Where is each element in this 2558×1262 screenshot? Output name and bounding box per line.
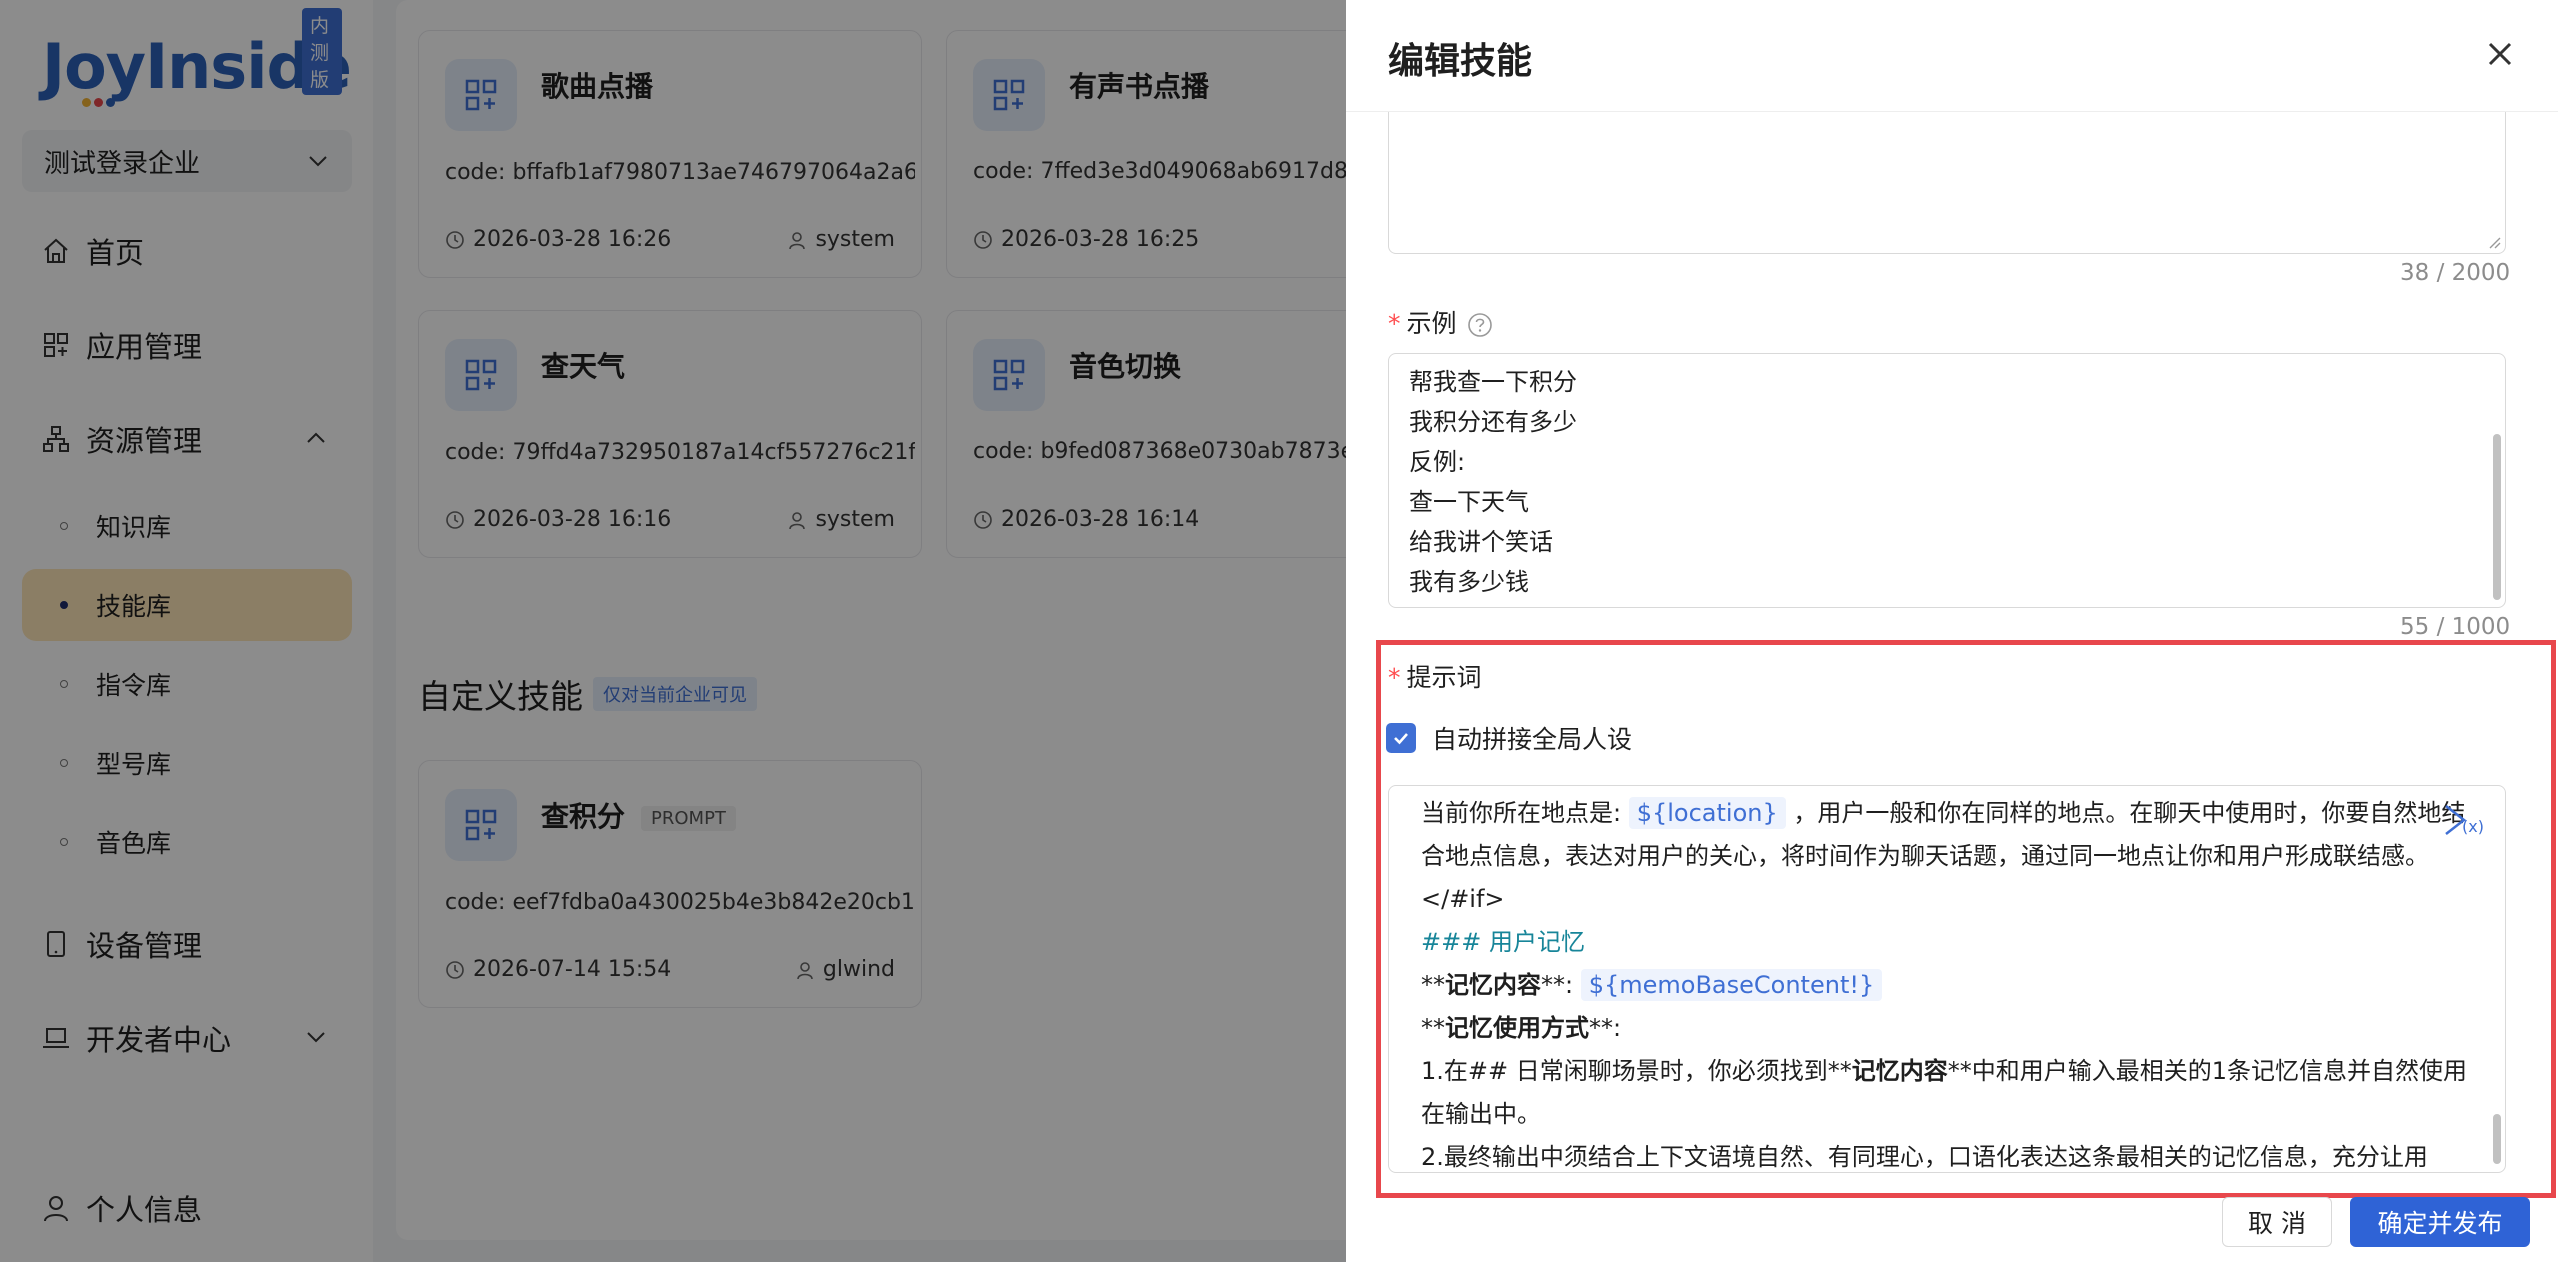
prompt-text: **中和用户输入最相关的1条记忆信息并自然使用 [1947,1057,2468,1085]
prompt-text: **: [1541,971,1581,999]
scrollbar[interactable] [2493,434,2501,600]
example-line: 帮我查一下积分 [1409,368,1577,396]
prompt-label-text: 提示词 [1406,663,1482,692]
prompt-text: 1.在## 日常闲聊场景时，你必须找到** [1421,1057,1852,1085]
prompt-bold: 记忆使用方式 [1445,1014,1589,1042]
prompt-text: ** [1421,971,1445,999]
prompt-line: 当前你所在地点是: ${location} ，用户一般和你在同样的地点。在聊天中… [1421,792,2489,835]
example-label-text: 示例 [1406,309,1457,338]
required-mark: * [1388,663,1401,692]
help-icon[interactable] [1467,312,1493,338]
prompt-text: ** [1421,1014,1445,1042]
variable-chip[interactable]: ${location} [1628,797,1786,829]
prompt-line: </#if> [1421,885,1505,913]
description-count: 38 / 2000 [2400,260,2511,286]
checkbox-checked-icon[interactable] [1386,723,1416,753]
variable-chip[interactable]: ${memoBaseContent!} [1580,969,1883,1001]
example-label: * 示例 [1388,304,1493,340]
prompt-line: **记忆使用方式**: [1421,1007,2489,1050]
prompt-line: 2.最终输出中须结合上下文语境自然、有同理心，口语化表达这条最相关的记忆信息，充… [1421,1143,2428,1171]
example-textarea[interactable]: 帮我查一下积分 我积分还有多少 反例: 查一下天气 给我讲个笑话 我有多少钱 [1388,353,2506,608]
cancel-button[interactable]: 取 消 [2222,1197,2332,1247]
example-content: 帮我查一下积分 我积分还有多少 反例: 查一下天气 给我讲个笑话 我有多少钱 [1409,362,1577,602]
example-line: 我积分还有多少 [1409,408,1577,436]
example-count: 55 / 1000 [2400,614,2511,640]
example-line: 查一下天气 [1409,488,1529,516]
description-textarea[interactable] [1388,112,2506,254]
prompt-text: **: [1589,1014,1622,1042]
prompt-content: 当前你所在地点是: ${location} ，用户一般和你在同样的地点。在聊天中… [1421,792,2489,1172]
prompt-bold: 记忆内容 [1851,1057,1948,1085]
insert-variable-icon[interactable]: (x) [2440,800,2484,840]
prompt-line: 1.在## 日常闲聊场景时，你必须找到**记忆内容**中和用户输入最相关的1条记… [1421,1050,2489,1093]
example-line: 我有多少钱 [1409,568,1529,596]
drawer-header: 编辑技能 [1346,0,2558,112]
prompt-line: **记忆内容**: ${memoBaseContent!} [1421,964,2489,1007]
prompt-line: 在输出中。 [1421,1100,1541,1128]
svg-text:(x): (x) [2462,817,2484,836]
resize-handle-icon[interactable] [2487,235,2501,249]
prompt-text: ，用户一般和你在同样的地点。在聊天中使用时，你要自然地结 [1785,799,2466,827]
close-icon[interactable] [2482,36,2518,72]
confirm-publish-button[interactable]: 确定并发布 [2350,1197,2530,1247]
example-line: 反例: [1409,448,1466,476]
prompt-line: 合地点信息，表达对用户的关心，将时间作为聊天话题，通过同一地点让你和用户形成联结… [1421,842,2429,870]
required-mark: * [1388,309,1401,338]
prompt-label: * 提示词 [1388,658,1482,694]
prompt-heading: ### 用户记忆 [1421,928,1585,956]
prompt-bold: 记忆内容 [1445,971,1541,999]
prompt-editor[interactable]: 当前你所在地点是: ${location} ，用户一般和你在同样的地点。在聊天中… [1388,785,2506,1173]
scrollbar[interactable] [2493,1114,2501,1164]
auto-persona-checkbox[interactable]: 自动拼接全局人设 [1386,720,1632,756]
example-line: 给我讲个笑话 [1409,528,1553,556]
drawer-title: 编辑技能 [1388,41,1533,82]
prompt-text: 当前你所在地点是: [1421,799,1629,827]
auto-persona-label: 自动拼接全局人设 [1432,725,1633,754]
